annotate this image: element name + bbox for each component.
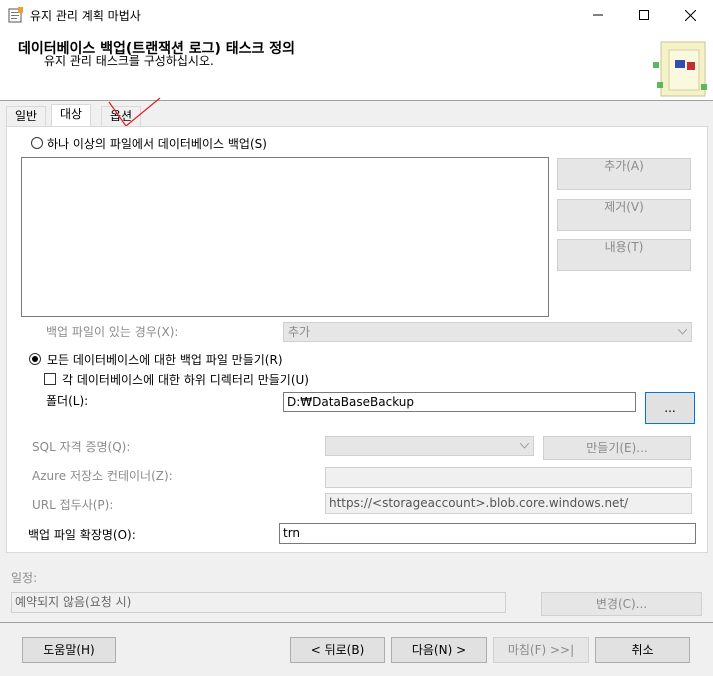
footer-divider [0,622,713,623]
maximize-icon [639,10,649,20]
schedule-label: 일정: [11,571,38,585]
backup-files-list[interactable] [21,157,549,317]
if-exists-value: 추가 [288,325,311,339]
minimize-icon [593,14,603,16]
chevron-down-icon [520,443,529,449]
browse-folder-button[interactable]: ... [645,392,695,424]
maximize-button[interactable] [621,0,667,30]
if-exists-select[interactable]: 추가 [283,322,692,342]
remove-button[interactable]: 제거(V) [557,199,691,231]
folder-label: 폴더(L): [46,394,89,408]
tab-target[interactable]: 대상 [51,104,92,127]
subdirectory-checkbox[interactable] [44,373,56,385]
subdirectory-checkbox-label: 각 데이터베이스에 대한 하위 디렉터리 만들기(U) [62,373,309,387]
sql-credential-select[interactable] [325,436,534,456]
chevron-down-icon [678,329,687,335]
radio-backup-from-files-label: 하나 이상의 파일에서 데이터베이스 백업(S) [47,137,267,151]
radio-backup-per-database[interactable] [29,353,41,365]
radio-backup-from-files[interactable] [31,137,43,149]
cancel-button[interactable]: 취소 [595,637,690,663]
add-button[interactable]: 추가(A) [557,158,691,190]
azure-container-label: Azure 저장소 컨테이너(Z): [32,469,173,483]
close-icon [684,9,696,21]
wizard-graphic-icon [653,41,707,97]
page-subtitle: 유지 관리 태스크를 구성하십시오. [44,54,214,68]
tab-general[interactable]: 일반 [6,106,47,126]
help-button[interactable]: 도움말(H) [22,637,116,663]
schedule-value: 예약되지 않음(요청 시) [11,592,506,613]
next-button[interactable]: 다음(N) > [391,637,487,663]
change-schedule-button[interactable]: 변경(C)... [541,592,702,616]
create-credential-button[interactable]: 만들기(E)... [543,436,691,460]
window-title: 유지 관리 계획 마법사 [30,9,141,23]
close-button[interactable] [667,0,713,30]
folder-input[interactable]: D:₩DataBaseBackup [283,392,636,412]
azure-container-input[interactable] [325,467,692,488]
sql-credential-label: SQL 자격 증명(Q): [32,440,131,454]
radio-backup-per-database-label: 모든 데이터베이스에 대한 백업 파일 만들기(R) [47,353,283,367]
wizard-app-icon [8,7,23,23]
url-prefix-label: URL 접두사(P): [32,498,114,512]
if-exists-label: 백업 파일이 있는 경우(X): [46,325,179,339]
red-checkmark-annotation [108,97,161,127]
url-prefix-input[interactable]: https://<storageaccount>.blob.core.windo… [325,493,692,514]
extension-label: 백업 파일 확장명(O): [28,528,136,542]
contents-button[interactable]: 내용(T) [557,239,691,271]
extension-input[interactable]: trn [279,523,696,544]
back-button[interactable]: < 뒤로(B) [290,637,385,663]
minimize-button[interactable] [575,0,621,30]
finish-button[interactable]: 마침(F) >>| [493,637,589,663]
